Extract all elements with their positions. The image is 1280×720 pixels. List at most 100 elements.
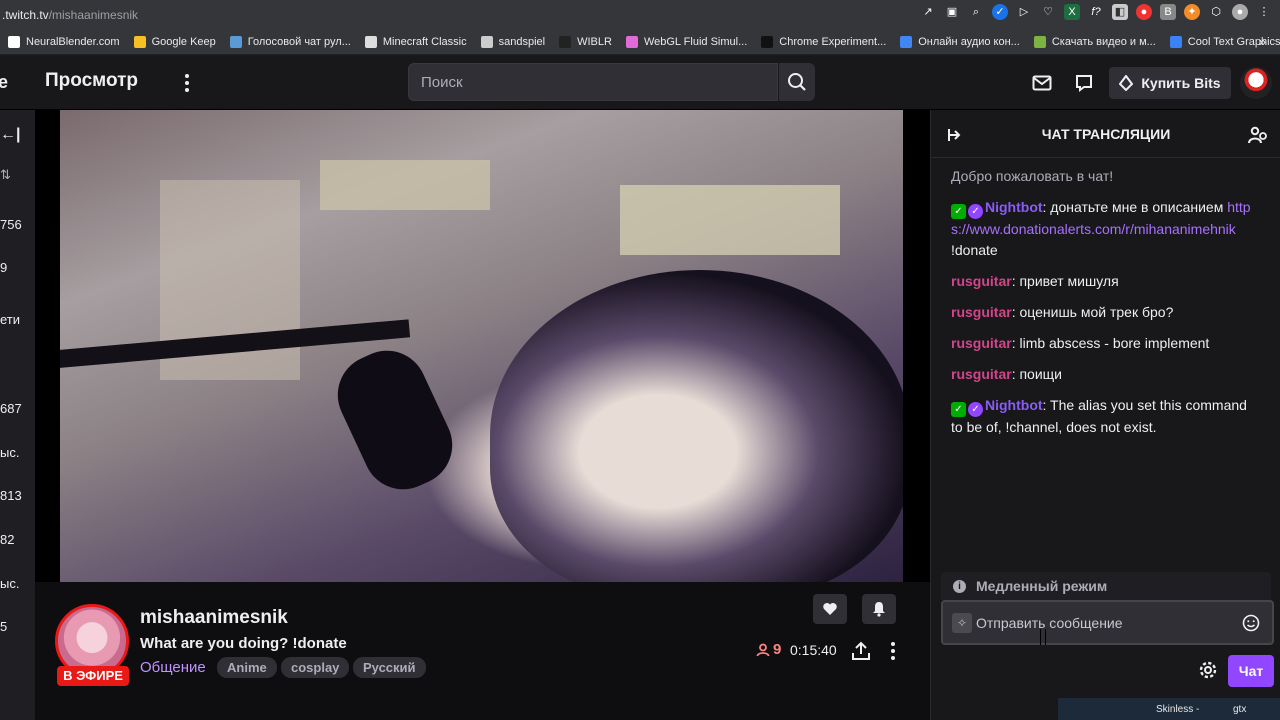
sidebar-channel-count[interactable]: 687 xyxy=(0,401,22,416)
nav-partial-text: e xyxy=(0,72,9,92)
emoji-icon[interactable] xyxy=(1240,612,1262,634)
sort-icon[interactable]: ⇅ xyxy=(0,167,11,183)
chat-username[interactable]: rusguitar xyxy=(951,335,1012,351)
stream-category-link[interactable]: Общение xyxy=(140,659,206,676)
b-ext-icon[interactable]: B xyxy=(1160,4,1176,20)
chat-input-box[interactable]: ✧ xyxy=(941,600,1274,645)
chat-username[interactable]: rusguitar xyxy=(951,366,1012,382)
inbox-icon[interactable] xyxy=(1029,70,1055,96)
viewer-count-value: 9 xyxy=(773,641,782,658)
bookmark-label: Minecraft Classic xyxy=(382,35,467,48)
sidebar-channel-count[interactable]: 813 xyxy=(0,488,22,503)
sidebar-channel-count[interactable]: 5 xyxy=(0,619,7,634)
browser-url-bar[interactable]: .twitch.tv/mishaanimesnik ↗ ▣ ⌕ ✓ ▷ ♡ X … xyxy=(0,0,1280,29)
puzzle-icon[interactable]: ⬡ xyxy=(1208,4,1224,20)
bookmark-item[interactable]: WIBLR xyxy=(559,35,612,48)
bookmark-favicon-icon xyxy=(900,35,913,48)
chat-settings-icon[interactable] xyxy=(1196,658,1220,682)
chat-message-input[interactable] xyxy=(972,602,1240,643)
verified-bot-badge-icon[interactable]: ✓ xyxy=(968,402,983,417)
stream-tag[interactable]: cosplay xyxy=(281,657,350,678)
video-player[interactable] xyxy=(35,110,930,582)
buy-bits-label: Купить Bits xyxy=(1141,75,1221,91)
bits-cheer-icon[interactable]: ✧ xyxy=(952,612,972,633)
bookmark-item[interactable]: Онлайн аудио кон... xyxy=(900,35,1020,48)
screenshot-icon[interactable]: ▣ xyxy=(944,4,960,20)
buy-bits-button[interactable]: Купить Bits xyxy=(1109,67,1231,99)
chat-username[interactable]: Nightbot xyxy=(985,199,1043,215)
whispers-icon[interactable] xyxy=(1071,70,1097,96)
notifications-button[interactable] xyxy=(862,594,896,624)
bookmark-item[interactable]: Minecraft Classic xyxy=(364,35,467,48)
stream-info-panel: В ЭФИРЕ mishaanimesnik What are you doin… xyxy=(35,582,930,720)
nav-browse-link[interactable]: Просмотр xyxy=(45,70,138,92)
formula-ext-icon[interactable]: f? xyxy=(1088,4,1104,20)
chat-username[interactable]: rusguitar xyxy=(951,273,1012,289)
chat-message: rusguitar: привет мишуля xyxy=(951,271,1261,292)
stream-tag[interactable]: Anime xyxy=(217,657,277,678)
heart-icon xyxy=(823,603,837,615)
bookmark-favicon-icon xyxy=(1033,35,1046,48)
stream-tag[interactable]: Русский xyxy=(353,657,426,678)
bookmark-star-icon[interactable]: ♡ xyxy=(1040,4,1056,20)
record-ext-icon[interactable]: ● xyxy=(1136,4,1152,20)
viewers-icon xyxy=(756,643,770,656)
sidebar-channel-count[interactable]: ыс. xyxy=(0,576,19,591)
bookmark-item[interactable]: NeuralBlender.com xyxy=(8,35,120,48)
bookmarks-overflow-icon[interactable]: » xyxy=(1259,34,1266,49)
profile-icon[interactable]: ● xyxy=(1232,4,1248,20)
slow-mode-label: Медленный режим xyxy=(976,578,1108,594)
chat-username[interactable]: Nightbot xyxy=(985,397,1043,413)
chat-username[interactable]: rusguitar xyxy=(951,304,1012,320)
community-icon[interactable] xyxy=(1247,124,1269,146)
bell-icon xyxy=(873,602,885,617)
streamer-name[interactable]: mishaanimesnik xyxy=(140,607,288,629)
ext-generic-icon[interactable]: ◧ xyxy=(1112,4,1128,20)
bookmark-item[interactable]: Скачать видео и м... xyxy=(1033,35,1156,48)
url-text[interactable]: .twitch.tv/mishaanimesnik xyxy=(0,8,138,22)
search-icon xyxy=(788,73,806,91)
collapse-sidebar-icon[interactable]: ←| xyxy=(0,126,20,144)
shield-ext-icon[interactable]: ✓ xyxy=(992,4,1008,20)
sidebar-channel-count[interactable]: 82 xyxy=(0,532,14,547)
bookmark-item[interactable]: Голосовой чат рул... xyxy=(229,35,351,48)
moderator-badge-icon[interactable]: ✓ xyxy=(951,402,966,417)
search-button[interactable] xyxy=(779,63,815,101)
play-icon[interactable]: ▷ xyxy=(1016,4,1032,20)
top-navigation: e Просмотр Купить Bits xyxy=(0,55,1280,110)
orange-ext-icon[interactable]: ✦ xyxy=(1184,4,1200,20)
chat-text: : поищи xyxy=(1011,366,1062,382)
taskbar-item[interactable]: gtx xyxy=(1233,704,1246,715)
sidebar-channel-count[interactable]: ыс. xyxy=(0,445,19,460)
follow-button[interactable] xyxy=(813,594,847,624)
more-options-icon[interactable] xyxy=(883,638,903,664)
slow-mode-notice: i Медленный режим xyxy=(941,572,1271,600)
bookmark-item[interactable]: Chrome Experiment... xyxy=(761,35,886,48)
bookmark-favicon-icon xyxy=(1169,35,1182,48)
more-menu-icon[interactable] xyxy=(176,69,198,97)
bookmark-item[interactable]: Google Keep xyxy=(133,35,216,48)
bookmark-label: Скачать видео и м... xyxy=(1051,35,1156,48)
sidebar-channel-count[interactable]: 756 xyxy=(0,217,22,232)
excel-ext-icon[interactable]: X xyxy=(1064,4,1080,20)
send-chat-button[interactable]: Чат xyxy=(1228,655,1274,687)
user-avatar[interactable] xyxy=(1240,67,1272,99)
video-frame[interactable] xyxy=(60,110,903,582)
share-page-icon[interactable]: ↗ xyxy=(920,4,936,20)
chat-text: : донатьте мне в описанием xyxy=(1042,199,1228,215)
verified-bot-badge-icon[interactable]: ✓ xyxy=(968,204,983,219)
share-icon[interactable] xyxy=(849,639,873,663)
bookmark-label: Cool Text Graphics... xyxy=(1187,35,1280,48)
bookmark-favicon-icon xyxy=(364,35,377,48)
browser-menu-icon[interactable]: ⋮ xyxy=(1256,4,1272,20)
zoom-icon[interactable]: ⌕ xyxy=(968,4,984,20)
taskbar-item[interactable]: Skinless - xyxy=(1156,704,1199,715)
sidebar-channel-count[interactable]: 9 xyxy=(0,260,7,275)
sidebar-channel-count[interactable]: ети xyxy=(0,312,20,327)
bookmark-item[interactable]: WebGL Fluid Simul... xyxy=(625,35,747,48)
chat-title: ЧАТ ТРАНСЛЯЦИИ xyxy=(1041,126,1171,142)
moderator-badge-icon[interactable]: ✓ xyxy=(951,204,966,219)
search-input[interactable] xyxy=(408,63,778,101)
bookmark-favicon-icon xyxy=(761,35,774,48)
bookmark-item[interactable]: sandspiel xyxy=(480,35,545,48)
